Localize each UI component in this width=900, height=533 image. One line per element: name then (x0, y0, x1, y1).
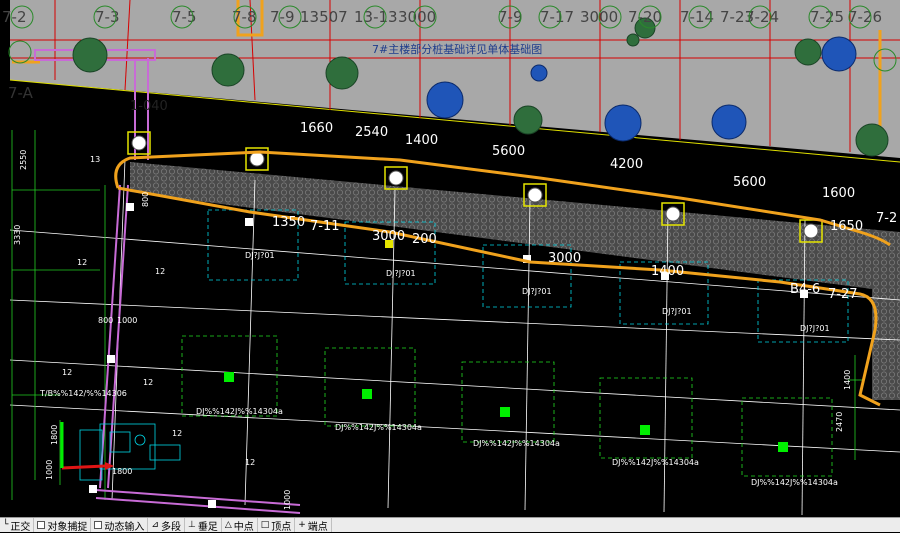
svg-text:1000: 1000 (45, 460, 54, 480)
svg-text:7-26: 7-26 (848, 8, 882, 26)
svg-text:7-11: 7-11 (310, 219, 340, 234)
svg-text:T/B%%142/%%14306: T/B%%142/%%14306 (39, 389, 127, 398)
svg-text:13: 13 (90, 155, 100, 164)
footing-outlines (181, 335, 833, 477)
svg-text:5600: 5600 (733, 175, 766, 190)
ucs-x-arrow (61, 464, 106, 470)
square-icon: □ (260, 520, 270, 530)
arrow-icon: ⊿ (151, 520, 159, 530)
svg-text:12: 12 (245, 458, 255, 467)
statusbar-multi[interactable]: ⊿ 多段 (148, 518, 185, 533)
dimension-texts-right: 1400 2470 (835, 370, 852, 432)
svg-text:DJ?J?01: DJ?J?01 (522, 287, 552, 296)
drawing-title: 7#主楼部分桩基础详见单体基础图 (372, 42, 542, 56)
svg-text:3000: 3000 (548, 251, 581, 266)
beam-left (95, 58, 301, 514)
svg-text:1800: 1800 (50, 425, 59, 445)
svg-text:DJ%%142J%%14304a: DJ%%142J%%14304a (751, 478, 838, 487)
svg-text:DJ?J?01: DJ?J?01 (245, 251, 275, 260)
svg-text:DJ%%142J%%14304a: DJ%%142J%%14304a (196, 407, 283, 416)
arrow-icon: ⊥ (187, 520, 196, 530)
cad-drawing-canvas[interactable]: 7#主楼部分桩基础详见单体基础图 7-2 7-3 7-5 7-8 7-9 135… (0, 0, 900, 517)
svg-text:13507: 13507 (300, 8, 348, 26)
svg-text:7-2: 7-2 (2, 8, 27, 26)
svg-text:DJ%%142J%%14304a: DJ%%142J%%14304a (473, 439, 560, 448)
svg-text:1000: 1000 (117, 316, 137, 325)
svg-text:3000: 3000 (398, 8, 436, 26)
statusbar-perp[interactable]: ⊥ 垂足 (185, 518, 222, 533)
svg-text:13-13: 13-13 (354, 8, 398, 26)
svg-text:7-A: 7-A (8, 84, 34, 102)
status-bar: └ 正交 对象捕捉 动态输入 ⊿ 多段 ⊥ 垂足 △ 中点 □ 顶点 + 端点 (0, 517, 900, 533)
statusbar-dyn[interactable]: 动态输入 (91, 518, 149, 533)
svg-text:1-040: 1-040 (130, 99, 168, 114)
svg-text:800: 800 (141, 192, 150, 207)
svg-text:12: 12 (62, 368, 72, 377)
svg-text:3000: 3000 (372, 229, 405, 244)
svg-text:DJ?J?01: DJ?J?01 (662, 307, 692, 316)
svg-text:1600: 1600 (822, 186, 855, 201)
step-icon: └ (3, 520, 9, 530)
svg-text:DJ%%142J%%14304a: DJ%%142J%%14304a (335, 423, 422, 432)
arrow-icon: △ (224, 520, 232, 530)
svg-text:800: 800 (98, 316, 113, 325)
svg-text:7-20: 7-20 (628, 8, 662, 26)
svg-text:1660: 1660 (300, 121, 333, 136)
svg-text:DJ?J?01: DJ?J?01 (386, 269, 416, 278)
svg-text:1400: 1400 (405, 133, 438, 148)
checkbox-icon (94, 521, 103, 529)
foundation-labels: DJ?J?01 DJ?J?01 DJ?J?01 DJ?J?01 DJ?J?01 … (39, 251, 838, 487)
svg-text:7-27: 7-27 (828, 287, 858, 302)
checkbox-icon (37, 521, 46, 529)
statusbar-osnap[interactable]: 对象捕捉 (34, 518, 92, 533)
svg-text:DJ?J?01: DJ?J?01 (800, 324, 830, 333)
statusbar-vertex[interactable]: □ 顶点 (258, 518, 296, 533)
svg-text:1400: 1400 (843, 370, 852, 390)
svg-text:2550: 2550 (19, 150, 28, 170)
svg-text:4200: 4200 (610, 157, 643, 172)
svg-text:1800: 1800 (112, 467, 132, 476)
svg-text:200: 200 (412, 232, 437, 247)
statusbar-end[interactable]: + 端点 (295, 518, 332, 533)
statusbar-mid[interactable]: △ 中点 (222, 518, 258, 533)
svg-text:7-25: 7-25 (810, 8, 844, 26)
svg-text:DJ%%142J%%14304a: DJ%%142J%%14304a (612, 458, 699, 467)
svg-text:2470: 2470 (835, 412, 844, 432)
statusbar-ortho[interactable]: └ 正交 (0, 518, 35, 533)
svg-text:7-9: 7-9 (270, 8, 295, 26)
plus-icon: + (298, 520, 306, 530)
svg-text:1650: 1650 (830, 219, 863, 234)
svg-text:12: 12 (143, 378, 153, 387)
svg-text:1000: 1000 (283, 490, 292, 510)
svg-text:7-17: 7-17 (540, 8, 574, 26)
svg-text:12: 12 (172, 429, 182, 438)
svg-text:7-2: 7-2 (876, 211, 897, 226)
svg-text:1400: 1400 (651, 264, 684, 279)
svg-text:2540: 2540 (355, 125, 388, 140)
svg-text:3330: 3330 (13, 225, 22, 245)
svg-text:12: 12 (155, 267, 165, 276)
svg-text:5600: 5600 (492, 144, 525, 159)
svg-text:1350: 1350 (272, 215, 305, 230)
svg-text:B4-6: B4-6 (790, 282, 820, 297)
svg-text:12: 12 (77, 258, 87, 267)
